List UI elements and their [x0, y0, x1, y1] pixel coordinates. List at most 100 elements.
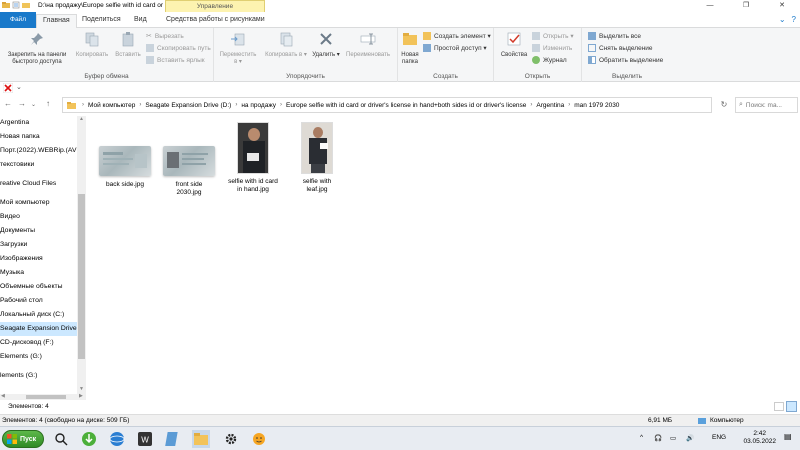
torrent-icon[interactable]	[80, 430, 98, 448]
tab-share[interactable]: Поделиться	[76, 14, 127, 28]
pin-quick-access-button[interactable]: Закрепить на панели быстрого доступа	[2, 31, 72, 66]
breadcrumb-item[interactable]: Мой компьютер	[88, 102, 135, 109]
file-item[interactable]: selfie with leaf.jpg	[288, 122, 346, 193]
nav-item[interactable]: текстовики	[0, 158, 34, 172]
nav-item[interactable]: Видео	[0, 210, 20, 224]
breadcrumb-item[interactable]: Argentina	[536, 102, 564, 109]
new-item-button[interactable]: Создать элемент ▾	[423, 32, 491, 40]
scroll-right-icon[interactable]: ▶	[79, 393, 83, 399]
paste-button[interactable]: Вставить	[112, 31, 144, 59]
tab-view[interactable]: Вид	[128, 14, 153, 28]
emoji-icon[interactable]	[250, 430, 268, 448]
red-x-icon[interactable]	[3, 83, 13, 93]
nav-item[interactable]: Рабочий стол	[0, 294, 43, 308]
nav-item[interactable]: Документы	[0, 224, 35, 238]
edit-button[interactable]: Изменить	[532, 44, 572, 52]
tab-file[interactable]: Файл	[0, 12, 36, 28]
nav-item[interactable]: Argentina	[0, 116, 29, 130]
up-arrow-icon[interactable]: ↑	[46, 99, 50, 108]
minimize-button[interactable]: —	[692, 0, 728, 12]
search-icon[interactable]	[52, 430, 70, 448]
start-button[interactable]: Пуск	[2, 430, 44, 448]
history-icon	[532, 56, 540, 64]
tray-chevron-icon[interactable]: ^	[640, 434, 643, 441]
move-to-button[interactable]: Переместить в ▾	[218, 31, 258, 66]
paste-label: Вставить	[115, 52, 141, 58]
notebook-icon[interactable]	[164, 430, 182, 448]
refresh-icon[interactable]: ↻	[718, 97, 730, 113]
cut-button[interactable]: ✂ Вырезать	[146, 32, 184, 41]
file-item[interactable]: back side.jpg	[96, 146, 154, 189]
nav-scrollbar[interactable]: ▲ ▼	[77, 116, 86, 394]
nav-item[interactable]: Elements (G:)	[0, 350, 42, 364]
nav-item[interactable]: lements (G:)	[0, 369, 37, 383]
nav-item[interactable]: Музыка	[0, 266, 24, 280]
large-icons-view-icon[interactable]	[786, 401, 797, 412]
history-button[interactable]: Журнал	[532, 56, 567, 64]
chevron-down-icon[interactable]: ⌄	[779, 15, 786, 24]
new-folder-icon[interactable]	[22, 1, 30, 9]
volume-icon[interactable]: 🔊	[686, 434, 694, 442]
file-name: in hand.jpg	[237, 185, 269, 193]
quick-bar: ⌄	[0, 82, 800, 94]
breadcrumb-item[interactable]: man 1979 2030	[574, 102, 619, 109]
globe-icon[interactable]	[108, 430, 126, 448]
network-icon[interactable]: ▭	[670, 434, 676, 442]
properties-button[interactable]: Свойства	[500, 31, 528, 59]
headset-icon[interactable]: 🎧	[654, 434, 662, 442]
close-button[interactable]: ✕	[764, 0, 800, 12]
manage-context-tab[interactable]: Управление	[165, 0, 265, 12]
file-item[interactable]: front side 2030.jpg	[160, 146, 218, 196]
nav-item[interactable]: reative Cloud Files	[0, 177, 56, 191]
nav-item[interactable]: Объемные объекты	[0, 280, 63, 294]
delete-button[interactable]: Удалить ▾	[312, 31, 340, 59]
copy-path-button[interactable]: Скопировать путь	[146, 44, 211, 52]
gear-icon[interactable]	[222, 430, 240, 448]
search-input[interactable]: ⌕ Поиск: ma...	[735, 97, 798, 113]
nav-item[interactable]: Загрузки	[0, 238, 27, 252]
copy-to-button[interactable]: Копировать в ▾	[264, 31, 308, 59]
scroll-down-icon[interactable]: ▼	[77, 386, 86, 392]
nav-item[interactable]: Мой компьютер	[0, 196, 49, 210]
help-icon[interactable]: ?	[792, 15, 796, 24]
details-view-icon[interactable]	[774, 402, 784, 411]
tab-home[interactable]: Главная	[36, 14, 77, 29]
open-button[interactable]: Открыть ▾	[532, 32, 574, 40]
clock[interactable]: 2:42 03.05.2022	[743, 430, 776, 446]
nav-item[interactable]: Новая папка	[0, 130, 40, 144]
select-all-button[interactable]: Выделить все	[588, 32, 641, 40]
word-icon[interactable]: W	[136, 430, 154, 448]
copy-button[interactable]: Копировать	[72, 31, 112, 59]
file-item[interactable]: selfie with id card in hand.jpg	[224, 122, 282, 193]
nav-item[interactable]: CD-дисковод (F:)	[0, 336, 54, 350]
select-none-button[interactable]: Снять выделение	[588, 44, 653, 52]
folder-icon	[403, 33, 417, 45]
scroll-up-icon[interactable]: ▲	[77, 116, 86, 122]
invert-selection-button[interactable]: Обратить выделение	[588, 56, 663, 64]
nav-item[interactable]: Порт.(2022).WEBRip.(AV	[0, 144, 76, 158]
back-arrow-icon[interactable]: ←	[4, 99, 12, 108]
language-indicator[interactable]: ENG	[712, 434, 726, 441]
breadcrumb-item[interactable]: на продажу	[241, 102, 276, 109]
recent-locations-icon[interactable]: ⌄	[31, 101, 36, 108]
nav-scroll-thumb[interactable]	[78, 194, 85, 359]
breadcrumb-item[interactable]: Seagate Expansion Drive (D:)	[145, 102, 231, 109]
tab-picture-tools[interactable]: Средства работы с рисунками	[160, 14, 271, 28]
quick-bar-dropdown-icon[interactable]: ⌄	[16, 83, 22, 91]
nav-item-selected[interactable]: Seagate Expansion Drive	[0, 322, 78, 336]
maximize-button[interactable]: ❐	[728, 0, 764, 12]
forward-arrow-icon[interactable]: →	[18, 99, 26, 108]
nav-hscroll-thumb[interactable]	[26, 395, 66, 399]
nav-item[interactable]: Локальный диск (C:)	[0, 308, 64, 322]
address-bar[interactable]: › Мой компьютер › Seagate Expansion Driv…	[62, 97, 712, 113]
breadcrumb-item[interactable]: Europe selfie with id card or driver's l…	[286, 102, 526, 109]
properties-icon[interactable]	[12, 1, 20, 9]
notifications-icon[interactable]: ▤	[784, 432, 792, 441]
scroll-left-icon[interactable]: ◀	[1, 393, 5, 399]
rename-button[interactable]: Переименовать	[340, 31, 396, 59]
nav-item[interactable]: Изображения	[0, 252, 43, 266]
file-explorer-icon[interactable]	[192, 430, 210, 448]
paste-shortcut-button[interactable]: Вставить ярлык	[146, 56, 205, 64]
new-folder-button[interactable]: Новая папка	[398, 31, 422, 66]
easy-access-button[interactable]: Простой доступ ▾	[423, 44, 487, 52]
